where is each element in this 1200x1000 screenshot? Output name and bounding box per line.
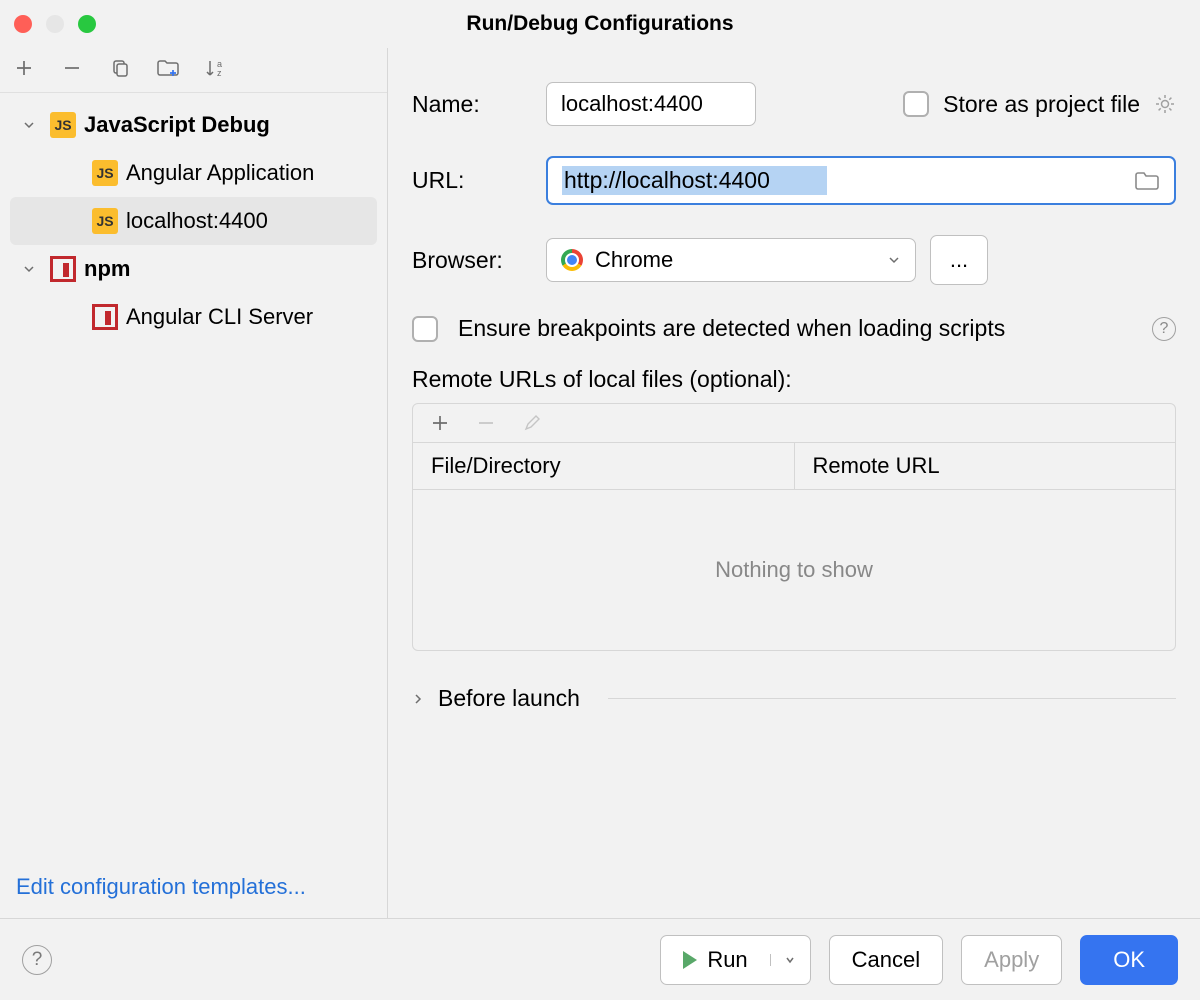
remove-config-button[interactable] — [60, 56, 84, 80]
config-item-label: localhost:4400 — [126, 208, 268, 234]
config-item-localhost-4400[interactable]: JS localhost:4400 — [10, 197, 377, 245]
js-icon: JS — [92, 160, 118, 186]
table-col-file-dir: File/Directory — [413, 443, 795, 489]
store-as-project-label: Store as project file — [943, 91, 1140, 118]
table-add-button[interactable] — [431, 414, 449, 432]
npm-icon — [50, 256, 76, 282]
table-col-remote-url: Remote URL — [795, 443, 1176, 489]
chevron-right-icon — [412, 693, 424, 705]
table-remove-button[interactable] — [477, 414, 495, 432]
chevron-down-icon — [18, 263, 40, 275]
store-as-project-group: Store as project file — [903, 91, 1176, 118]
config-tree: JS JavaScript Debug JS Angular Applicati… — [0, 93, 387, 856]
url-row: URL: — [412, 156, 1176, 205]
minimize-window-button[interactable] — [46, 15, 64, 33]
help-button[interactable]: ? — [22, 945, 52, 975]
chevron-down-icon — [887, 253, 901, 267]
js-icon: JS — [92, 208, 118, 234]
before-launch-label: Before launch — [438, 685, 580, 712]
browser-value: Chrome — [595, 247, 673, 273]
play-icon — [683, 951, 697, 969]
browser-select[interactable]: Chrome — [546, 238, 916, 282]
run-label: Run — [707, 947, 747, 973]
table-empty-message: Nothing to show — [413, 490, 1175, 650]
config-group-label: npm — [84, 256, 130, 282]
breakpoints-row: Ensure breakpoints are detected when loa… — [412, 315, 1176, 342]
add-config-button[interactable] — [12, 56, 36, 80]
content-panel: Name: Store as project file URL: Brows — [388, 48, 1200, 918]
apply-button: Apply — [961, 935, 1062, 985]
gear-icon[interactable] — [1154, 93, 1176, 115]
window-title: Run/Debug Configurations — [466, 12, 733, 36]
breakpoints-label: Ensure breakpoints are detected when loa… — [458, 315, 1005, 342]
svg-text:z: z — [217, 68, 222, 78]
main: az JS JavaScript Debug JS Angular Applic… — [0, 48, 1200, 918]
remote-urls-table: File/Directory Remote URL Nothing to sho… — [412, 403, 1176, 651]
chevron-down-icon — [18, 119, 40, 131]
config-item-label: Angular CLI Server — [126, 304, 313, 330]
name-label: Name: — [412, 91, 546, 118]
browser-row: Browser: Chrome ... — [412, 235, 1176, 285]
footer: ? Run Cancel Apply OK — [0, 918, 1200, 1000]
folder-icon[interactable] — [1134, 170, 1160, 192]
url-label: URL: — [412, 167, 546, 194]
table-header: File/Directory Remote URL — [413, 443, 1175, 490]
ok-button[interactable]: OK — [1080, 935, 1178, 985]
sidebar-footer: Edit configuration templates... — [0, 856, 387, 918]
store-as-project-checkbox[interactable] — [903, 91, 929, 117]
npm-icon — [92, 304, 118, 330]
sidebar-toolbar: az — [0, 48, 387, 93]
help-icon[interactable]: ? — [1152, 317, 1176, 341]
name-row: Name: Store as project file — [412, 82, 1176, 126]
config-item-angular-cli-server[interactable]: Angular CLI Server — [0, 293, 387, 341]
browser-label: Browser: — [412, 247, 546, 274]
maximize-window-button[interactable] — [78, 15, 96, 33]
before-launch-section[interactable]: Before launch — [412, 685, 1176, 712]
config-group-npm[interactable]: npm — [0, 245, 387, 293]
window-controls — [0, 15, 96, 33]
config-group-label: JavaScript Debug — [84, 112, 270, 138]
divider — [608, 698, 1176, 699]
run-button[interactable]: Run — [661, 947, 769, 973]
config-group-js-debug[interactable]: JS JavaScript Debug — [0, 101, 387, 149]
chrome-icon — [561, 249, 583, 271]
config-item-angular-app[interactable]: JS Angular Application — [0, 149, 387, 197]
config-item-label: Angular Application — [126, 160, 314, 186]
titlebar: Run/Debug Configurations — [0, 0, 1200, 48]
copy-config-button[interactable] — [108, 56, 132, 80]
run-button-group: Run — [660, 935, 810, 985]
breakpoints-checkbox[interactable] — [412, 316, 438, 342]
folder-config-button[interactable] — [156, 56, 180, 80]
sidebar: az JS JavaScript Debug JS Angular Applic… — [0, 48, 388, 918]
url-input[interactable] — [562, 166, 827, 195]
run-dropdown-button[interactable] — [770, 954, 810, 966]
url-input-wrap — [546, 156, 1176, 205]
remote-urls-label: Remote URLs of local files (optional): — [412, 366, 1176, 393]
name-input[interactable] — [546, 82, 756, 126]
edit-config-templates-link[interactable]: Edit configuration templates... — [16, 874, 306, 899]
sort-config-button[interactable]: az — [204, 56, 228, 80]
js-icon: JS — [50, 112, 76, 138]
table-toolbar — [413, 404, 1175, 443]
close-window-button[interactable] — [14, 15, 32, 33]
footer-buttons: Run Cancel Apply OK — [660, 935, 1178, 985]
cancel-button[interactable]: Cancel — [829, 935, 943, 985]
table-edit-button[interactable] — [523, 414, 541, 432]
browser-more-button[interactable]: ... — [930, 235, 988, 285]
